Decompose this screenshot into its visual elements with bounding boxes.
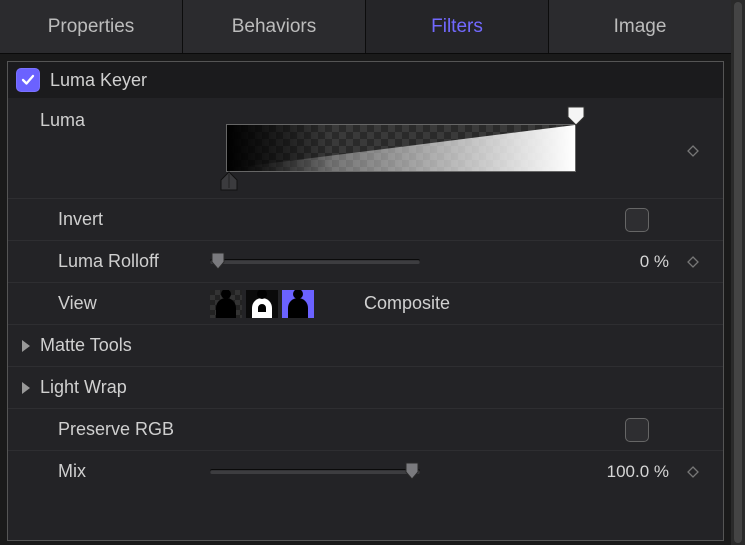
rolloff-thumb[interactable] [208, 251, 228, 271]
filter-title: Luma Keyer [50, 70, 147, 91]
view-mode-original[interactable] [210, 290, 242, 318]
tab-behaviors[interactable]: Behaviors [183, 0, 366, 53]
light-wrap-label: Light Wrap [40, 377, 127, 398]
inspector-tabs: Properties Behaviors Filters Image [0, 0, 731, 54]
matte-tools-group[interactable]: Matte Tools [8, 324, 723, 366]
rolloff-keyframe[interactable] [677, 256, 709, 268]
keyframe-icon [687, 145, 699, 157]
luma-high-handle[interactable] [565, 105, 587, 127]
view-mode-matte[interactable] [246, 290, 278, 318]
handle-icon [218, 170, 240, 192]
slider-thumb-icon [402, 461, 422, 481]
matte-tools-label: Matte Tools [40, 335, 132, 356]
checkmark-icon [20, 72, 36, 88]
filters-panel: Luma Keyer Luma Invert Luma Rol [7, 61, 724, 541]
tab-filters[interactable]: Filters [366, 0, 549, 53]
invert-checkbox[interactable] [625, 208, 649, 232]
luma-label: Luma [40, 104, 210, 198]
luma-gradient-control[interactable] [210, 104, 677, 198]
keyframe-icon [687, 466, 699, 478]
invert-label: Invert [40, 209, 210, 230]
rolloff-label: Luma Rolloff [40, 251, 210, 272]
view-mode-picker[interactable] [210, 290, 314, 318]
rolloff-slider[interactable] [210, 259, 420, 264]
luma-keyframe[interactable] [677, 104, 709, 198]
view-value: Composite [364, 293, 450, 314]
mix-thumb[interactable] [402, 461, 422, 481]
slider-thumb-icon [208, 251, 228, 271]
filter-header[interactable]: Luma Keyer [8, 62, 723, 98]
disclosure-triangle-icon [22, 340, 30, 352]
rolloff-value[interactable]: 0 % [557, 252, 677, 272]
mix-keyframe[interactable] [677, 466, 709, 478]
preserve-rgb-label: Preserve RGB [40, 419, 210, 440]
filter-enable-checkbox[interactable] [16, 68, 40, 92]
tab-properties[interactable]: Properties [0, 0, 183, 53]
preserve-rgb-checkbox[interactable] [625, 418, 649, 442]
handle-icon [565, 105, 587, 127]
light-wrap-group[interactable]: Light Wrap [8, 366, 723, 408]
vertical-scrollbar[interactable] [731, 0, 745, 545]
mix-label: Mix [40, 461, 210, 482]
tab-image[interactable]: Image [549, 0, 731, 53]
mix-value[interactable]: 100.0 % [557, 462, 677, 482]
luma-low-handle[interactable] [218, 170, 240, 192]
view-mode-composite[interactable] [282, 290, 314, 318]
disclosure-triangle-icon [22, 382, 30, 394]
keyframe-icon [687, 256, 699, 268]
view-label: View [40, 293, 210, 314]
mix-slider[interactable] [210, 469, 420, 474]
